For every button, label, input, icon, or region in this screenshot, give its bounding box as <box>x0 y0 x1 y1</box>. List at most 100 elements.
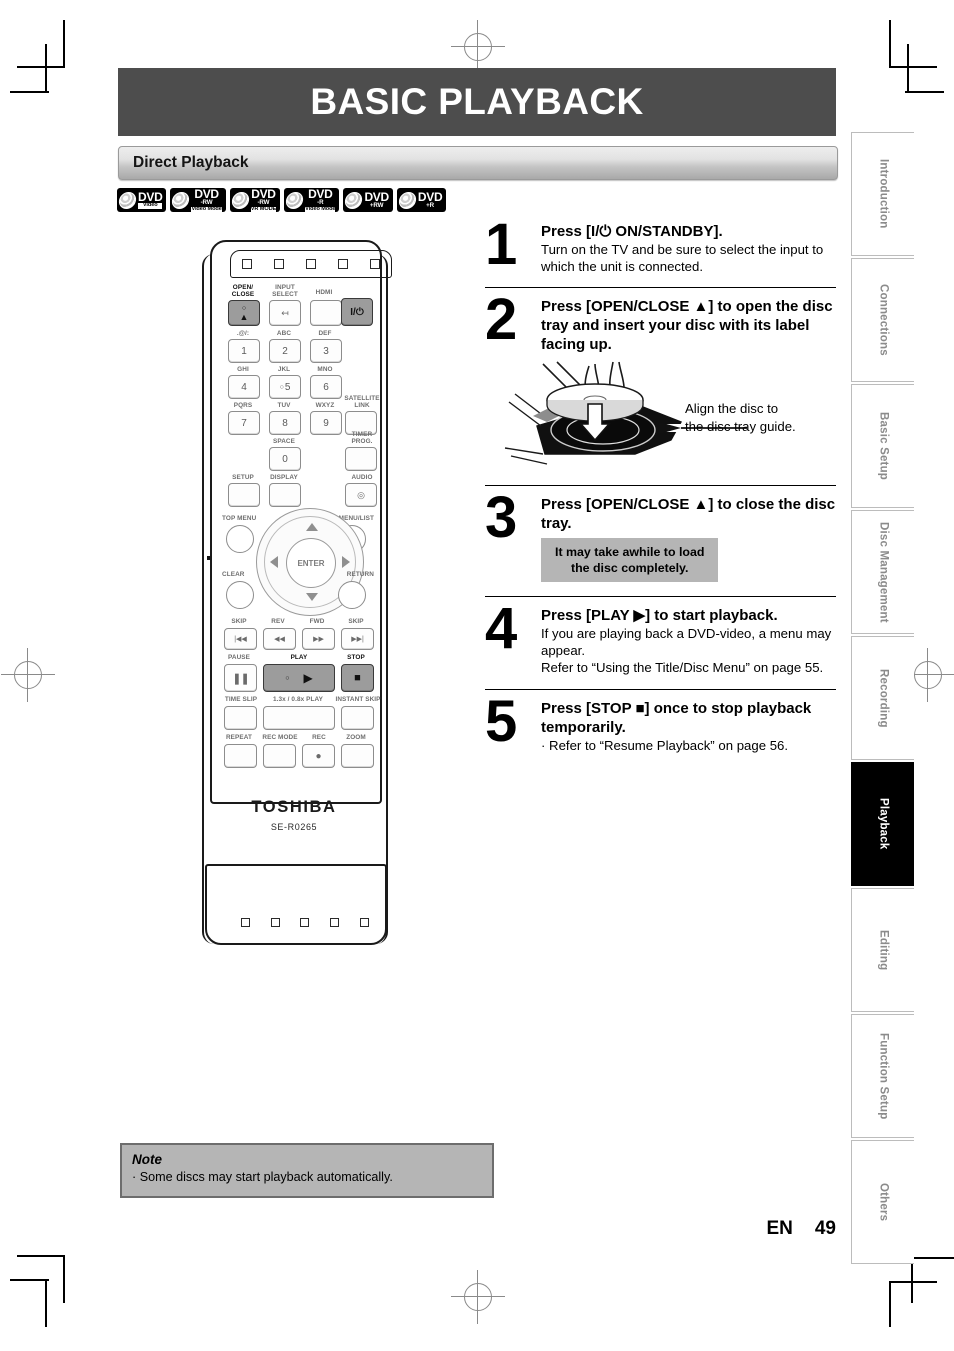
registration-mark-left <box>1 648 55 702</box>
button-clear[interactable] <box>226 581 254 609</box>
step-heading: Press [OPEN/CLOSE ▲] to open the disc tr… <box>541 298 833 353</box>
step-number: 4 <box>485 596 517 661</box>
button-input-select[interactable]: ↤ <box>269 300 301 326</box>
label-hdmi: HDMI <box>315 289 333 296</box>
button-power-on-standby[interactable]: I/⏻ <box>341 298 373 326</box>
crop-mark-bl-h2 <box>10 1279 49 1281</box>
arrow-up-icon[interactable] <box>306 523 318 531</box>
crop-mark-bl-h <box>17 1255 65 1257</box>
arrow-right-icon[interactable] <box>342 556 350 568</box>
label-play: PLAY <box>290 654 308 661</box>
button-play[interactable]: ○ ▶ <box>263 664 335 692</box>
tab-function-setup[interactable]: Function Setup <box>851 1014 914 1138</box>
badge-line2: +R <box>426 202 435 210</box>
button-skip-forward[interactable]: ▶▶| <box>341 628 374 650</box>
tab-label: Basic Setup <box>877 411 890 481</box>
tab-others[interactable]: Others <box>851 1140 914 1264</box>
step-1: 1 Press [I/⏻ ON/STANDBY]. Turn on the TV… <box>485 216 836 275</box>
button-key-3[interactable]: 3 <box>310 339 342 363</box>
button-key-6[interactable]: 6 <box>310 375 342 399</box>
button-reverse[interactable]: ◀◀ <box>263 628 296 650</box>
tab-basic-setup[interactable]: Basic Setup <box>851 384 914 508</box>
button-instant-skip[interactable] <box>341 706 374 730</box>
crop-mark-tr-h <box>889 66 937 68</box>
label-key5-letters: JKL <box>277 366 291 373</box>
step-number: 2 <box>485 287 517 352</box>
button-timer-prog[interactable] <box>345 447 377 471</box>
button-enter[interactable]: ENTER <box>286 538 336 588</box>
tab-playback[interactable]: Playback <box>851 762 914 886</box>
crop-mark-br-v2 <box>889 1281 891 1327</box>
remote-ir-window <box>230 250 392 278</box>
tab-disc-management[interactable]: Disc Management <box>851 510 914 634</box>
tab-editing[interactable]: Editing <box>851 888 914 1012</box>
label-repeat: REPEAT <box>225 734 253 741</box>
button-repeat[interactable] <box>224 744 257 768</box>
badge-line3: Video <box>138 203 163 209</box>
button-key-5[interactable]: ○ 5 <box>269 375 301 399</box>
step-3: 3 Press [OPEN/CLOSE ▲] to close the disc… <box>485 489 836 582</box>
section-title: Direct Playback <box>133 154 249 171</box>
button-key-1[interactable]: 1 <box>228 339 260 363</box>
button-rec[interactable]: ● <box>302 744 335 768</box>
step-heading: Press [PLAY ▶] to start playback. <box>541 607 778 624</box>
button-rec-mode[interactable] <box>263 744 296 768</box>
button-pause[interactable]: ❚❚ <box>224 664 257 692</box>
tab-label: Playback <box>877 798 890 850</box>
button-speed-play[interactable] <box>263 706 335 730</box>
page-title-banner: BASIC PLAYBACK <box>118 68 836 136</box>
ir-cell <box>306 259 316 269</box>
registration-mark-right <box>901 648 954 702</box>
tab-connections[interactable]: Connections <box>851 258 914 382</box>
tab-introduction[interactable]: Introduction <box>851 132 914 256</box>
button-key-9[interactable]: 9 <box>310 411 342 435</box>
button-forward[interactable]: ▶▶ <box>302 628 335 650</box>
tab-label: Recording <box>877 668 890 728</box>
button-key-4[interactable]: 4 <box>228 375 260 399</box>
button-key-0[interactable]: 0 <box>269 447 301 471</box>
remote-brand-logo: TOSHIBA <box>251 798 337 816</box>
arrow-left-icon[interactable] <box>270 556 278 568</box>
label-key1-letters: .@/: <box>236 330 250 337</box>
button-stop[interactable]: ■ <box>341 664 374 692</box>
label-key8-letters: TUV <box>277 402 291 409</box>
skip-forward-icon: ▶▶| <box>351 636 364 643</box>
step-divider <box>485 287 836 288</box>
button-setup[interactable] <box>228 483 260 507</box>
tab-label: Connections <box>877 284 890 356</box>
button-open-close[interactable]: ○ ▲ <box>228 300 260 326</box>
contact-cell <box>330 918 340 927</box>
crop-mark-tl-v <box>63 20 65 68</box>
badge-line1: DVD <box>251 186 276 201</box>
step-number: 1 <box>485 212 517 277</box>
button-key-7[interactable]: 7 <box>228 411 260 435</box>
button-audio[interactable]: ◎ <box>345 483 377 507</box>
crop-mark-tr-v2 <box>907 44 909 92</box>
label-pause: PAUSE <box>227 654 251 661</box>
step-divider <box>485 596 836 597</box>
tab-label: Introduction <box>877 159 890 229</box>
contact-cell <box>300 918 310 927</box>
button-key-2[interactable]: 2 <box>269 339 301 363</box>
label-speed-play: 1.3x / 0.8x PLAY <box>272 696 324 703</box>
button-skip-back[interactable]: |◀◀ <box>224 628 257 650</box>
label-skip-fwd: SKIP <box>348 618 364 625</box>
page-title: BASIC PLAYBACK <box>310 81 644 122</box>
section-header-bar: Direct Playback <box>118 146 838 180</box>
button-zoom[interactable] <box>341 744 374 768</box>
badge-dvd-video: DVD Video <box>117 188 167 212</box>
button-top-menu[interactable] <box>226 525 254 553</box>
badge-line1: DVD <box>417 189 443 204</box>
step-body: If you are playing back a DVD-video, a m… <box>541 626 832 658</box>
step-2: 2 Press [OPEN/CLOSE ▲] to open the disc … <box>485 291 836 354</box>
note-body: · Some discs may start playback automati… <box>132 1170 393 1184</box>
crop-mark-br-h <box>913 1257 954 1259</box>
button-return[interactable] <box>338 581 366 609</box>
arrow-down-icon[interactable] <box>306 593 318 601</box>
button-key-8[interactable]: 8 <box>269 411 301 435</box>
step-heading: Press [OPEN/CLOSE ▲] to close the disc t… <box>541 496 836 532</box>
button-display[interactable] <box>269 483 301 507</box>
button-time-slip[interactable] <box>224 706 257 730</box>
button-hdmi[interactable] <box>310 300 342 326</box>
tab-recording[interactable]: Recording <box>851 636 914 760</box>
